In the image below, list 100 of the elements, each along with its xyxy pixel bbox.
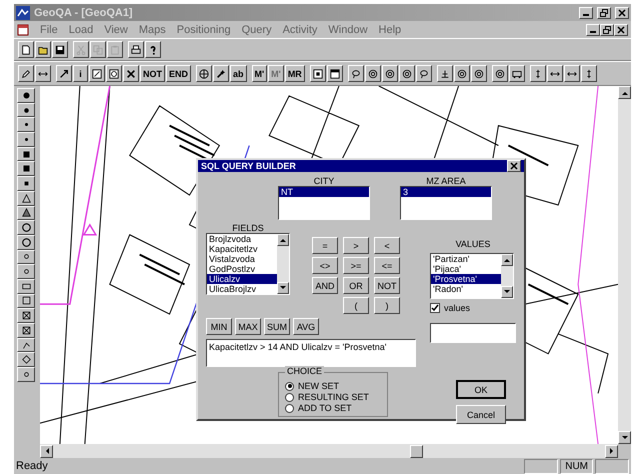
tool-button[interactable]	[454, 65, 470, 82]
scroll-down-button[interactable]	[277, 282, 289, 294]
tool-button[interactable]	[470, 65, 487, 82]
close-button[interactable]	[507, 160, 521, 172]
tool-button[interactable]	[530, 65, 546, 82]
scroll-up-button[interactable]	[618, 86, 631, 99]
tool-button[interactable]	[17, 176, 35, 191]
tool-button[interactable]	[17, 250, 35, 264]
dialog-button[interactable]: Cancel	[456, 405, 506, 424]
list-box[interactable]: NT	[278, 186, 370, 220]
tool-button[interactable]	[310, 65, 326, 82]
list-item[interactable]: Kapacitetlzv	[207, 244, 277, 254]
tool-button[interactable]: ab	[230, 65, 247, 82]
tool-button[interactable]	[364, 65, 381, 82]
tool-button[interactable]	[17, 102, 35, 118]
operator-button[interactable]: <=	[374, 257, 400, 274]
aggregate-button[interactable]: AVG	[293, 318, 319, 335]
aggregate-button[interactable]: MIN	[206, 318, 232, 335]
list-box[interactable]: 'Partizan' 'Pijaca' 'Prosvetna' 'Radon'	[430, 253, 514, 299]
checkbox[interactable]	[430, 303, 440, 313]
tool-button[interactable]: END	[166, 65, 192, 82]
operator-button[interactable]: OR	[343, 277, 369, 294]
list-item[interactable]: 'Pijaca'	[431, 264, 501, 274]
operator-button[interactable]: )	[374, 297, 400, 314]
toolbar-button[interactable]	[145, 41, 161, 58]
operator-button[interactable]: AND	[312, 277, 338, 294]
list-item[interactable]: 'Radon'	[431, 284, 501, 294]
list-box[interactable]: 3	[400, 186, 492, 220]
list-item[interactable]: Ulicalzv	[207, 274, 277, 284]
tool-button[interactable]: MR	[284, 65, 305, 82]
tool-button[interactable]	[17, 338, 35, 352]
scroll-down-button[interactable]	[501, 286, 513, 298]
list-item[interactable]: Brojlzvoda	[207, 234, 277, 244]
tool-button[interactable]	[17, 308, 35, 323]
tool-button[interactable]	[17, 88, 35, 103]
tool-button[interactable]	[17, 206, 35, 220]
operator-button[interactable]: <>	[312, 257, 338, 274]
tool-button[interactable]	[106, 65, 122, 82]
toolbar-button[interactable]	[128, 41, 144, 58]
tool-button[interactable]	[18, 65, 34, 82]
minimize-button[interactable]	[586, 24, 600, 36]
close-button[interactable]	[614, 24, 628, 36]
tool-button[interactable]	[89, 65, 105, 82]
list-box[interactable]: Brojlzvoda Kapacitetlzv Vistalzvoda GodPostlzv Ulicalzv UlicaBrojlzv	[206, 233, 290, 295]
tool-button[interactable]	[17, 161, 35, 176]
radio-option[interactable]: NEW SET	[285, 381, 381, 391]
tool-button[interactable]	[17, 146, 35, 162]
operator-button[interactable]: (	[343, 297, 369, 314]
tool-button[interactable]	[348, 65, 364, 82]
tool-button[interactable]: i	[73, 65, 88, 82]
operator-button[interactable]: =	[312, 237, 338, 254]
tool-button[interactable]	[123, 65, 139, 82]
tool-button[interactable]	[17, 117, 35, 132]
tool-button[interactable]	[17, 220, 35, 235]
list-item[interactable]: 3	[401, 187, 491, 197]
tool-button[interactable]	[196, 65, 212, 82]
tool-button[interactable]	[326, 65, 343, 82]
tool-button[interactable]	[17, 234, 35, 250]
tool-button[interactable]: NOT	[140, 65, 165, 82]
radio-option[interactable]: ADD TO SET	[285, 403, 381, 413]
tool-button[interactable]	[17, 323, 35, 338]
tool-button[interactable]	[35, 65, 51, 82]
tool-button[interactable]: M'	[252, 65, 268, 82]
scroll-up-button[interactable]	[277, 234, 289, 246]
tool-button[interactable]	[17, 352, 35, 368]
scroll-down-button[interactable]	[618, 431, 631, 444]
scroll-right-button[interactable]	[605, 444, 618, 458]
minimize-button[interactable]	[579, 6, 593, 18]
tool-button[interactable]	[492, 65, 508, 82]
tool-button[interactable]	[213, 65, 230, 82]
tool-button[interactable]	[416, 65, 432, 82]
tool-button[interactable]	[17, 294, 35, 308]
tool-button[interactable]	[564, 65, 580, 82]
tool-button[interactable]	[17, 278, 35, 294]
value-input-field[interactable]	[430, 323, 516, 343]
tool-button[interactable]	[56, 65, 72, 82]
scroll-thumb[interactable]	[410, 444, 423, 458]
toolbar-button[interactable]	[35, 41, 51, 58]
list-item[interactable]: UlicaBrojlzv	[207, 284, 277, 294]
operator-button[interactable]: >=	[343, 257, 369, 274]
tool-button[interactable]	[546, 65, 563, 82]
tool-button[interactable]	[436, 65, 453, 82]
aggregate-button[interactable]: MAX	[235, 318, 261, 335]
tool-button[interactable]	[17, 190, 35, 206]
list-item[interactable]: NT	[279, 187, 369, 197]
list-item[interactable]: 'Partizan'	[431, 254, 501, 264]
list-item[interactable]: Vistalzvoda	[207, 254, 277, 264]
aggregate-button[interactable]: SUM	[264, 318, 290, 335]
toolbar-button[interactable]	[52, 41, 68, 58]
tool-button[interactable]	[382, 65, 398, 82]
query-field[interactable]: Kapacitetlzv > 14 AND Ulicalzv = 'Prosvetna'	[206, 339, 416, 367]
tool-button[interactable]	[17, 264, 35, 279]
tool-button[interactable]	[17, 367, 35, 382]
tool-button[interactable]	[398, 65, 415, 82]
scroll-left-button[interactable]	[40, 444, 53, 458]
radio-option[interactable]: RESULTING SET	[285, 392, 381, 402]
operator-button[interactable]: >	[343, 237, 369, 254]
tool-button[interactable]	[17, 132, 35, 147]
list-item[interactable]: GodPostlzv	[207, 264, 277, 274]
dialog-button[interactable]: OK	[456, 380, 506, 399]
